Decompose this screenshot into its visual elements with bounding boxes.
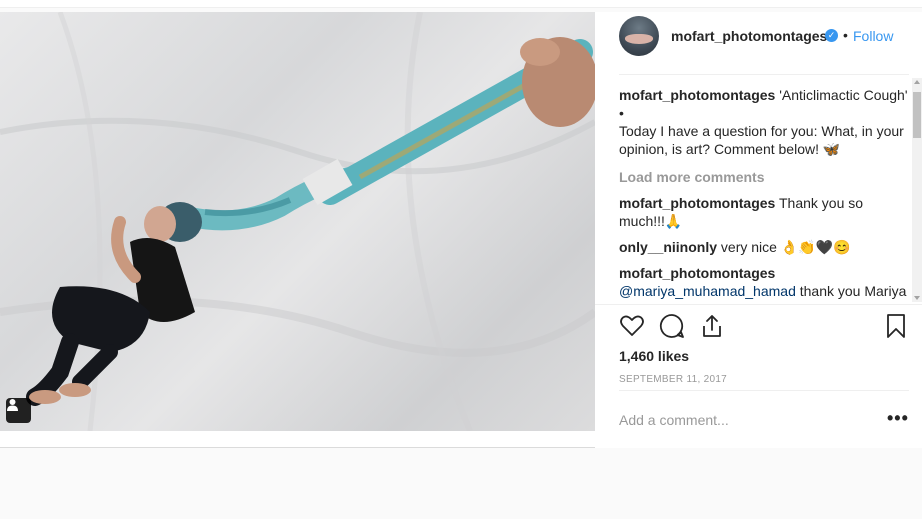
- comment-username[interactable]: mofart_photomontages: [619, 265, 775, 281]
- comment-item: only__niinonly very nice 👌👏🖤😊: [619, 238, 909, 256]
- heart-icon[interactable]: [619, 313, 645, 339]
- comment-username[interactable]: only__niinonly: [619, 239, 717, 255]
- caption-username[interactable]: mofart_photomontages: [619, 87, 775, 103]
- post-date[interactable]: SEPTEMBER 11, 2017: [619, 374, 727, 385]
- caption: mofart_photomontages 'Anticlimactic Coug…: [619, 86, 909, 158]
- page-top-strip: [0, 0, 922, 8]
- caption-title: 'Anticlimactic Cough': [775, 87, 908, 103]
- comment-text: very nice 👌👏🖤😊: [717, 239, 851, 255]
- person-icon: [7, 399, 18, 411]
- post-side-panel: mofart_photomontages ✓ • Follow mofart_p…: [595, 12, 922, 448]
- scroll-down-arrow-icon[interactable]: [914, 296, 920, 300]
- action-bar: [619, 313, 915, 341]
- avatar[interactable]: [619, 16, 659, 56]
- photo-illustration: [0, 12, 595, 431]
- actions-divider: [595, 304, 922, 305]
- caption-bullet: •: [619, 105, 624, 121]
- comment-bubble-icon[interactable]: [659, 313, 685, 339]
- header-separator: •: [843, 27, 848, 43]
- follow-button[interactable]: Follow: [853, 28, 893, 44]
- bookmark-icon[interactable]: [883, 313, 909, 339]
- comment-mention[interactable]: @mariya_muhamad_hamad: [619, 283, 796, 299]
- caption-body: Today I have a question for you: What, i…: [619, 123, 904, 157]
- comment-item: mofart_photomontages Thank you so much!!…: [619, 194, 909, 230]
- verified-badge-icon: ✓: [825, 29, 838, 42]
- load-more-comments-button[interactable]: Load more comments: [619, 168, 909, 186]
- post-header: mofart_photomontages ✓ • Follow: [595, 12, 922, 74]
- comments-scrollbar[interactable]: [912, 78, 922, 302]
- add-comment-input[interactable]: Add a comment...: [619, 412, 729, 428]
- share-icon[interactable]: [699, 313, 725, 339]
- comment-item: mofart_photomontages @mariya_muhamad_ham…: [619, 264, 909, 302]
- comments-list[interactable]: mofart_photomontages 'Anticlimactic Coug…: [619, 86, 909, 302]
- comment-box-divider: [619, 390, 909, 391]
- scroll-up-arrow-icon[interactable]: [914, 80, 920, 84]
- post-card: mofart_photomontages ✓ • Follow mofart_p…: [0, 12, 922, 448]
- more-options-icon[interactable]: •••: [887, 408, 909, 429]
- comment-username[interactable]: mofart_photomontages: [619, 195, 775, 211]
- post-photo[interactable]: [0, 12, 595, 431]
- author-username[interactable]: mofart_photomontages: [671, 28, 827, 44]
- header-divider: [619, 74, 909, 75]
- user-tag-button[interactable]: [6, 398, 31, 423]
- likes-count[interactable]: 1,460 likes: [619, 348, 689, 364]
- scrollbar-thumb[interactable]: [913, 92, 921, 138]
